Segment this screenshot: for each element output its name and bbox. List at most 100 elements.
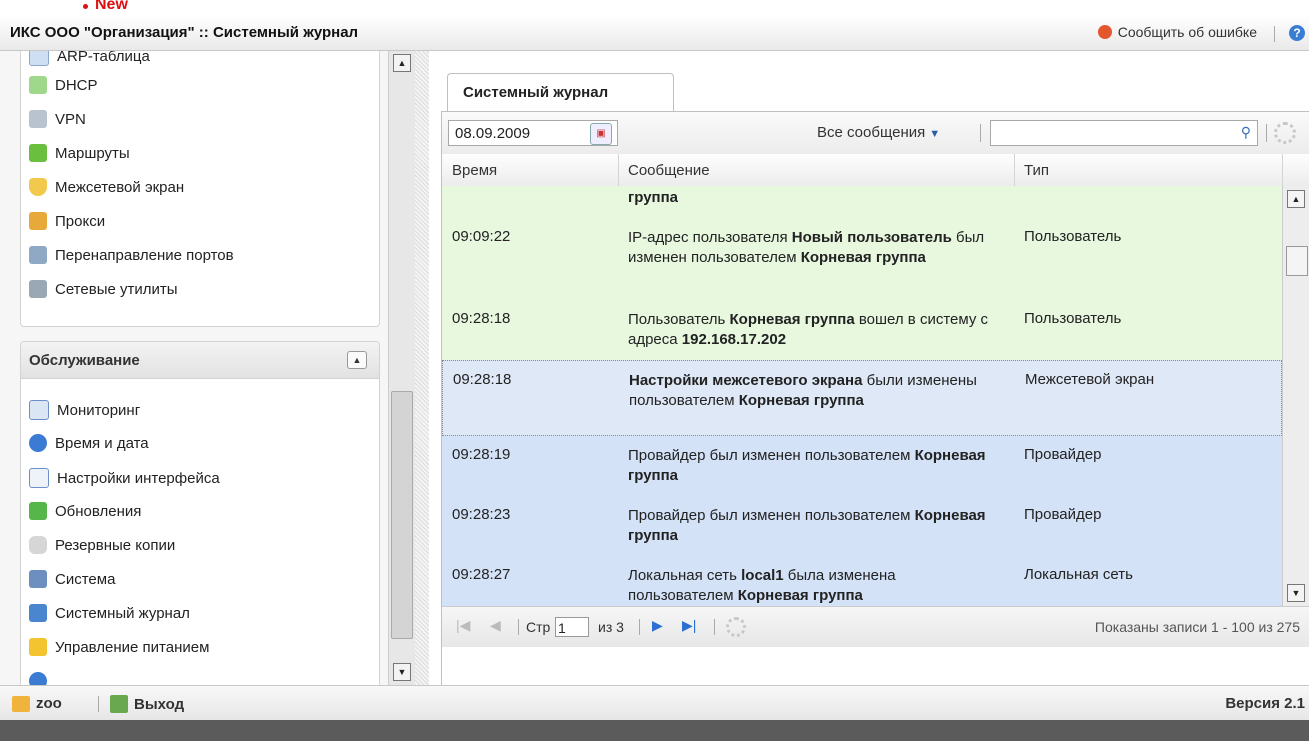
- sidebar-item-system[interactable]: Система: [29, 570, 115, 588]
- sidebar-item-port-forwarding[interactable]: Перенаправление портов: [29, 246, 234, 264]
- page-title: ИКС ООО "Организация" :: Системный журна…: [10, 24, 359, 41]
- help-icon[interactable]: ?: [1289, 25, 1305, 41]
- row-type: Провайдер: [1024, 506, 1102, 523]
- table-icon: [29, 51, 49, 66]
- sidebar-item-label: DHCP: [55, 76, 98, 94]
- column-type[interactable]: Тип: [1024, 162, 1049, 179]
- sidebar-scrollbar[interactable]: ▲ ▼: [388, 51, 415, 685]
- sidebar-item-label: Прокси: [55, 212, 106, 230]
- sidebar-item-firewall[interactable]: Межсетевой экран: [29, 178, 184, 196]
- refresh-icon[interactable]: [726, 617, 746, 637]
- message-text: Провайдер был изменен пользователем: [628, 447, 915, 464]
- row-message: Провайдер был изменен пользователем Корн…: [628, 446, 998, 486]
- toolbar-divider: [980, 124, 981, 142]
- table-row[interactable]: 09:28:27 Локальная сеть local1 была изме…: [442, 556, 1282, 606]
- sidebar-item-label: Сетевые утилиты: [55, 280, 178, 298]
- column-headers: Время Сообщение Тип: [442, 154, 1309, 187]
- search-icon[interactable]: ⚲: [1241, 124, 1251, 141]
- table-row[interactable]: 09:28:19 Провайдер был изменен пользоват…: [442, 436, 1282, 497]
- filter-label: Все сообщения: [817, 124, 926, 141]
- user-link[interactable]: zoo: [12, 695, 62, 712]
- first-page-icon[interactable]: |◀: [456, 617, 470, 634]
- table-row[interactable]: 09:28:18 Пользователь Корневая группа во…: [442, 300, 1282, 361]
- page-number-input[interactable]: 1: [555, 617, 589, 637]
- column-message[interactable]: Сообщение: [628, 162, 710, 179]
- pagination-bar: |◀ ◀ Стр 1 из 3 ▶ ▶| Показаны записи 1 -…: [442, 606, 1309, 647]
- logout-icon: [110, 695, 128, 713]
- prev-page-icon[interactable]: ◀: [490, 617, 501, 634]
- last-page-icon[interactable]: ▶|: [682, 617, 696, 634]
- sidebar-item-syslog[interactable]: Системный журнал: [29, 604, 190, 622]
- table-row[interactable]: 09:09:22 IP-адрес пользователя Новый пол…: [442, 218, 1282, 301]
- scroll-down-icon[interactable]: ▼: [1287, 584, 1305, 602]
- maintenance-title: Обслуживание: [29, 352, 140, 369]
- scroll-thumb[interactable]: [1286, 246, 1308, 276]
- row-time: 09:28:19: [452, 446, 511, 463]
- monitoring-icon: [29, 400, 49, 420]
- sidebar-item-label: Маршруты: [55, 144, 130, 162]
- scroll-down-icon[interactable]: ▼: [393, 663, 411, 681]
- sidebar-item-label: ARP-таблица: [57, 51, 150, 65]
- dhcp-icon: [29, 76, 47, 94]
- message-text: Провайдер был изменен пользователем: [628, 507, 915, 524]
- report-error-link[interactable]: Сообщить об ошибке: [1097, 24, 1257, 40]
- sidebar-item-label: Перенаправление портов: [55, 246, 234, 264]
- sidebar-item-arp[interactable]: ARP-таблица: [29, 51, 150, 66]
- sidebar-item-label: Мониторинг: [57, 401, 141, 419]
- table-row[interactable]: 09:28:23 Провайдер был изменен пользоват…: [442, 496, 1282, 557]
- sidebar-item-power[interactable]: Управление питанием: [29, 638, 209, 656]
- table-row[interactable]: группа: [442, 186, 1282, 219]
- row-message: Пользователь Корневая группа вошел в сис…: [628, 310, 998, 350]
- row-type: Локальная сеть: [1024, 566, 1133, 583]
- sidebar-item-label: Обновления: [55, 502, 142, 520]
- tab-syslog[interactable]: Системный журнал: [447, 73, 674, 112]
- sidebar-item-partial[interactable]: [29, 672, 47, 685]
- scroll-thumb[interactable]: [391, 391, 413, 639]
- row-message: IP-адрес пользователя Новый пользователь…: [628, 228, 998, 268]
- sidebar-item-vpn[interactable]: VPN: [29, 110, 86, 128]
- scroll-up-icon[interactable]: ▲: [393, 54, 411, 72]
- log-grid: 08.09.2009 ▣ Все сообщения ▼ ⚲ Время Сооб…: [441, 111, 1309, 687]
- maintenance-header[interactable]: Обслуживание ▲: [21, 342, 379, 379]
- tab-label: Системный журнал: [463, 84, 609, 101]
- calendar-icon[interactable]: ▣: [590, 123, 612, 145]
- pager-divider: [714, 619, 715, 635]
- row-type: Межсетевой экран: [1025, 371, 1155, 388]
- logout-button[interactable]: Выход: [110, 695, 184, 713]
- sidebar-item-label: VPN: [55, 110, 86, 128]
- routes-icon: [29, 144, 47, 162]
- sidebar-item-backups[interactable]: Резервные копии: [29, 536, 175, 554]
- message-highlight: 192.168.17.202: [681, 331, 787, 348]
- scroll-up-icon[interactable]: ▲: [1287, 190, 1305, 208]
- column-time[interactable]: Время: [452, 162, 497, 179]
- collapse-icon[interactable]: ▲: [347, 351, 367, 369]
- message-filter-dropdown[interactable]: Все сообщения ▼: [817, 124, 940, 141]
- message-text: Пользователь: [628, 311, 730, 328]
- sidebar-item-updates[interactable]: Обновления: [29, 502, 141, 520]
- logout-label: Выход: [134, 695, 185, 713]
- bullet-icon: [83, 4, 88, 9]
- sidebar-item-interface[interactable]: Настройки интерфейса: [29, 468, 220, 488]
- grid-scrollbar[interactable]: ▲ ▼: [1282, 186, 1309, 606]
- maintenance-panel: Обслуживание ▲ Мониторинг Время и дата Н…: [20, 341, 380, 685]
- wrench-icon: [29, 280, 47, 298]
- sidebar-item-label: Настройки интерфейса: [57, 469, 220, 487]
- info-icon: [29, 672, 47, 685]
- panel-splitter[interactable]: [415, 51, 429, 685]
- next-page-icon[interactable]: ▶: [652, 617, 663, 634]
- sidebar-item-routes[interactable]: Маршруты: [29, 144, 130, 162]
- home-icon: [12, 695, 30, 712]
- network-menu: ARP-таблица DHCP VPN Маршруты Межсетевой…: [20, 51, 380, 327]
- sidebar-item-dhcp[interactable]: DHCP: [29, 76, 98, 94]
- sidebar-item-net-tools[interactable]: Сетевые утилиты: [29, 280, 178, 298]
- sidebar-item-datetime[interactable]: Время и дата: [29, 434, 149, 452]
- sidebar-item-monitoring[interactable]: Мониторинг: [29, 400, 140, 420]
- port-forward-icon: [29, 246, 47, 264]
- table-row[interactable]: 09:28:18 Настройки межсетевого экрана бы…: [442, 360, 1282, 436]
- row-time: 09:28:18: [452, 310, 511, 327]
- app-window: ИКС ООО "Организация" :: Системный журна…: [0, 0, 1309, 720]
- loading-icon: [1274, 122, 1296, 144]
- clock-icon: [29, 434, 47, 452]
- sidebar-item-proxy[interactable]: Прокси: [29, 212, 105, 230]
- search-input[interactable]: ⚲: [990, 120, 1258, 146]
